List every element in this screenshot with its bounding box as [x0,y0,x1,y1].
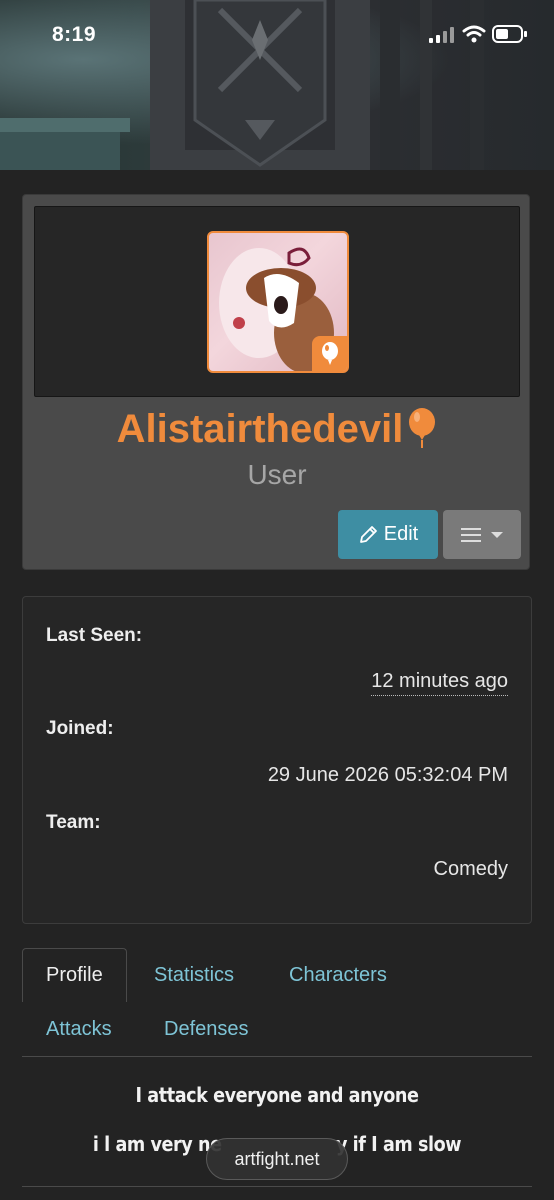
battery-icon [492,25,527,43]
options-menu-button[interactable] [443,510,521,559]
browser-url-bar[interactable]: artfight.net [206,1138,348,1180]
signal-icon [429,27,454,43]
last-seen-value[interactable]: 12 minutes ago [371,670,508,696]
pencil-icon [359,525,377,543]
tab-attacks[interactable]: Attacks [46,1002,112,1056]
balloon-icon [407,408,437,458]
tab-defenses[interactable]: Defenses [164,1002,249,1056]
tab-characters[interactable]: Characters [289,948,387,1002]
joined-label: Joined: [46,718,114,739]
balloon-badge-icon [312,336,347,371]
bio-line-start: i l am very ne [92,1132,222,1156]
tabs-divider [22,1056,532,1057]
edit-button[interactable]: Edit [338,510,438,559]
profile-card: Alistairthedevil User Edit [22,194,530,570]
profile-tabs: Profile Statistics Characters Attacks De… [22,948,532,1056]
user-info-card: Last Seen: 12 minutes ago Joined: 29 Jun… [22,596,532,924]
avatar[interactable] [207,231,349,373]
status-bar: 8:19 [0,0,554,70]
bio-line-end: y if I am slow [335,1132,462,1156]
last-seen-label: Last Seen: [46,625,143,646]
wifi-icon [462,25,486,43]
caret-down-icon [491,531,503,538]
username-text: Alistairthedevil [116,407,404,451]
username: Alistairthedevil [23,407,531,458]
joined-value: 29 June 2026 05:32:04 PM [267,764,508,786]
status-time: 8:19 [52,23,97,46]
team-value: Comedy [433,858,508,880]
profile-banner: 8:19 [0,0,554,170]
tab-profile[interactable]: Profile [22,948,127,1002]
avatar-frame [34,206,520,397]
user-role: User [247,459,307,490]
edit-label: Edit [383,523,419,545]
team-label: Team: [46,812,101,833]
bio-line: I attack everyone and anyone [135,1083,419,1107]
hamburger-icon [461,527,481,542]
tab-statistics[interactable]: Statistics [154,948,234,1002]
bottom-divider [22,1186,532,1187]
